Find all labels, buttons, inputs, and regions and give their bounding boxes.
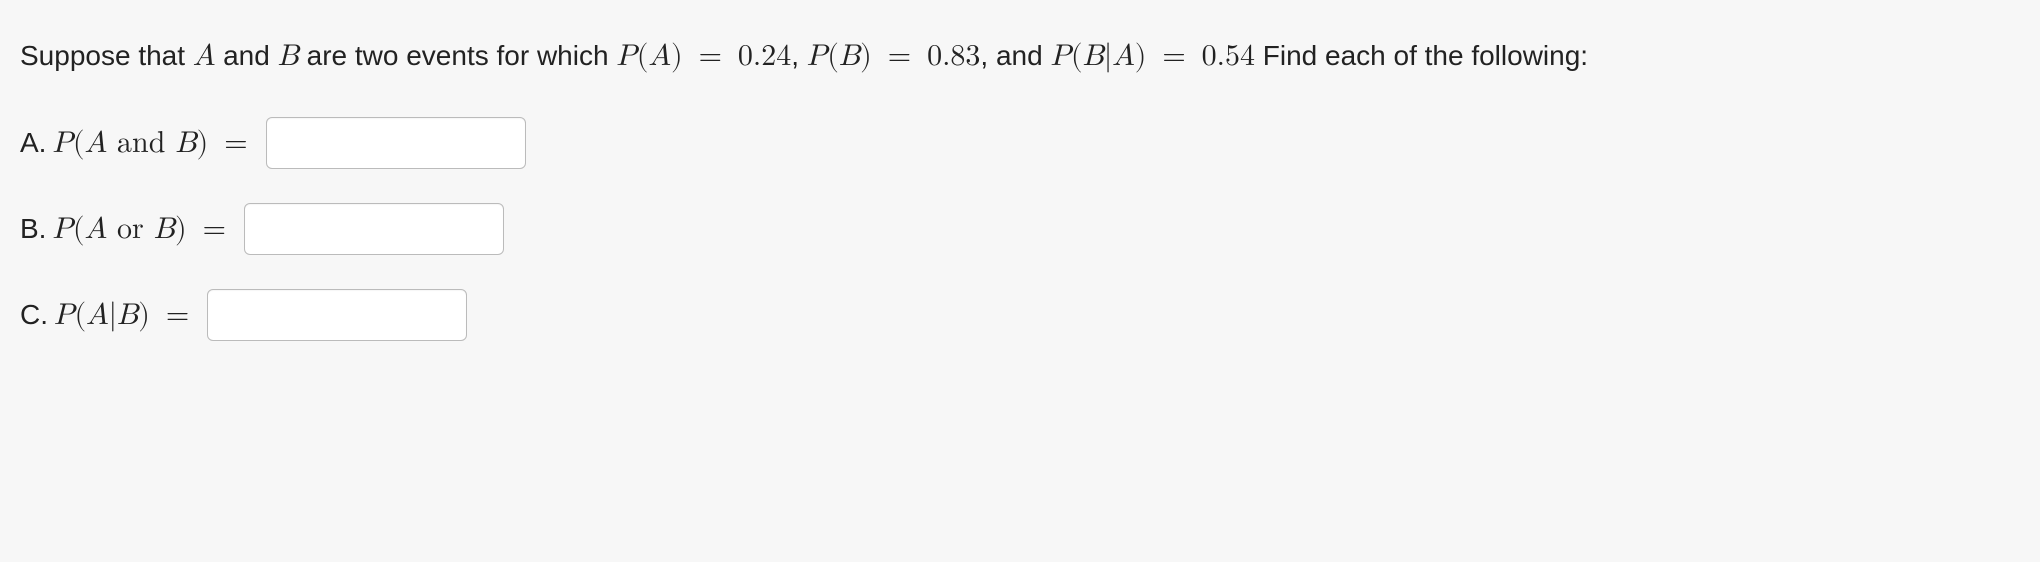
p-b-given-a: P(B|A) = 0.54 (1050, 41, 1254, 71)
part-a-label: A. P(A and B) = (20, 125, 254, 161)
intro-text: Find each of the following: (1255, 40, 1588, 71)
answer-input-b[interactable] (244, 203, 504, 255)
p-a-given-b: P(A|B) = (54, 297, 195, 333)
intro-text: , (791, 40, 807, 71)
part-letter: C. (20, 299, 48, 331)
part-letter: B. (20, 213, 46, 245)
part-letter: A. (20, 127, 46, 159)
var-B: B (278, 41, 299, 71)
answer-input-c[interactable] (207, 289, 467, 341)
part-b-label: B. P(A or B) = (20, 211, 232, 247)
intro-text: , and (980, 40, 1050, 71)
part-b-row: B. P(A or B) = (20, 203, 2020, 255)
answer-input-a[interactable] (266, 117, 526, 169)
var-A: A (193, 41, 216, 71)
intro-text: Suppose that (20, 40, 193, 71)
part-c-label: C. P(A|B) = (20, 297, 195, 333)
question-intro: Suppose that A and B are two events for … (20, 34, 2020, 79)
part-a-row: A. P(A and B) = (20, 117, 2020, 169)
p-a-and-b: P(A and B) = (52, 125, 253, 161)
p-a-or-b: P(A or B) = (52, 211, 232, 247)
intro-text: and (215, 40, 277, 71)
p-of-b: P(B) = 0.83 (807, 41, 981, 71)
p-of-a: P(A) = 0.24 (616, 41, 791, 71)
part-c-row: C. P(A|B) = (20, 289, 2020, 341)
intro-text: are two events for which (299, 40, 616, 71)
